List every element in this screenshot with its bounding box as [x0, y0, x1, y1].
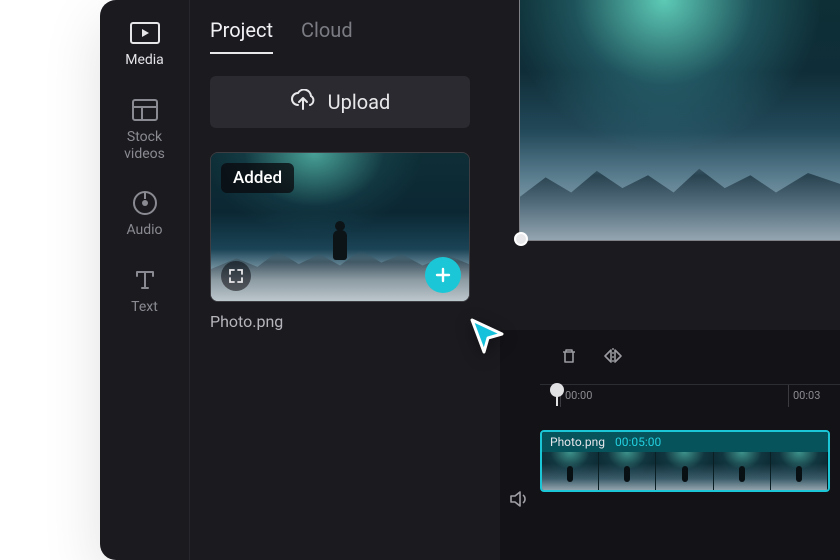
upload-label: Upload	[328, 90, 391, 114]
mirror-button[interactable]	[598, 342, 628, 370]
text-icon	[130, 267, 160, 293]
expand-button[interactable]	[221, 261, 251, 291]
sidebar-item-text[interactable]: Text	[130, 267, 160, 316]
cursor-icon	[468, 316, 508, 356]
playhead[interactable]	[556, 385, 558, 406]
clip-frames	[542, 452, 828, 490]
timeline-tools	[500, 342, 840, 380]
sidebar-label: Text	[131, 299, 158, 316]
delete-button[interactable]	[554, 342, 584, 370]
trash-icon	[560, 347, 578, 365]
figure-silhouette	[330, 221, 350, 263]
media-thumbnail[interactable]: Added	[210, 152, 470, 302]
cloud-upload-icon	[290, 89, 316, 116]
track-mute-button[interactable]	[506, 486, 532, 512]
timeline-ruler[interactable]: 00:00 00:03	[540, 384, 840, 406]
speaker-icon	[509, 490, 529, 508]
resize-handle-bottom-left[interactable]	[514, 232, 528, 246]
add-to-timeline-button[interactable]	[425, 257, 461, 293]
clip-duration: 00:05:00	[615, 435, 661, 449]
expand-icon	[228, 268, 244, 284]
media-icon	[130, 20, 160, 46]
timeline-tracks: Photo.png 00:05:00	[540, 430, 840, 492]
sidebar: Media Stock videos Audio Text	[100, 0, 190, 560]
sidebar-item-stock-videos[interactable]: Stock videos	[124, 97, 165, 163]
sidebar-item-media[interactable]: Media	[125, 20, 164, 69]
sidebar-item-audio[interactable]: Audio	[126, 190, 162, 239]
added-badge: Added	[221, 163, 294, 193]
tab-project[interactable]: Project	[210, 18, 273, 54]
sidebar-label: Audio	[126, 222, 162, 239]
timeline-clip[interactable]: Photo.png 00:05:00	[540, 430, 830, 492]
mirror-icon	[603, 347, 623, 365]
plus-icon	[434, 266, 452, 284]
media-item-name: Photo.png	[210, 312, 470, 331]
timeline: 00:00 00:03 Photo.png 00:05:00	[500, 330, 840, 560]
tab-cloud[interactable]: Cloud	[301, 18, 353, 54]
clip-header: Photo.png 00:05:00	[542, 432, 828, 452]
ruler-tick: 00:03	[788, 385, 820, 407]
layout-icon	[130, 97, 160, 123]
audio-icon	[130, 190, 160, 216]
ruler-tick: 00:00	[560, 385, 592, 407]
clip-name: Photo.png	[550, 435, 605, 449]
preview-canvas[interactable]	[520, 0, 840, 240]
media-item[interactable]: Added Photo.png	[210, 152, 470, 331]
upload-button[interactable]: Upload	[210, 76, 470, 128]
sidebar-label: Media	[125, 52, 164, 69]
app-window: Media Stock videos Audio Text Project Cl…	[100, 0, 840, 560]
sidebar-label: Stock videos	[124, 129, 165, 163]
